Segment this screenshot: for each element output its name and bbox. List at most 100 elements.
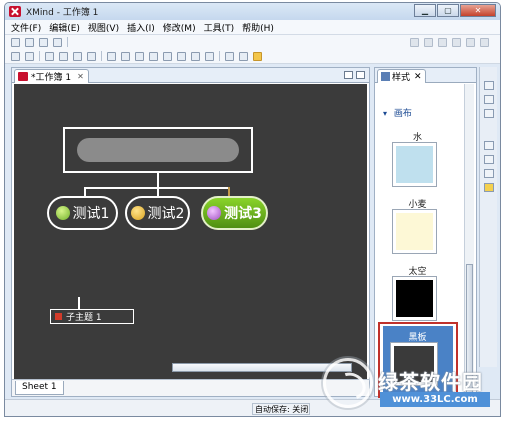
panel-tab-bar: 样式 ✕: [375, 68, 476, 83]
boundary-icon[interactable]: [135, 51, 144, 61]
redo-icon[interactable]: [424, 37, 433, 47]
minimize-view-button[interactable]: [344, 71, 353, 79]
subtopic-icon[interactable]: [45, 51, 54, 61]
smile-face-icon: [55, 206, 70, 220]
surprised-face-icon: [207, 206, 222, 220]
tab-label: *工作簿 1: [31, 73, 72, 83]
callout-icon[interactable]: [59, 51, 68, 61]
swatch-preview: [396, 146, 433, 183]
collapse-arrow-icon[interactable]: ▾: [383, 109, 387, 118]
window-controls: ▁ ▢ ✕: [413, 4, 496, 17]
section-title: 画布: [393, 109, 412, 119]
connector-line: [157, 173, 159, 187]
topic-test-3[interactable]: 测试3: [201, 196, 268, 230]
watermark-logo-icon: [323, 358, 373, 408]
paste-icon[interactable]: [466, 37, 475, 47]
style-view-icon[interactable]: [484, 183, 494, 192]
tab-close-icon[interactable]: ✕: [414, 72, 422, 82]
home-icon[interactable]: [253, 51, 262, 61]
notes-icon[interactable]: [163, 51, 172, 61]
summary-icon[interactable]: [149, 51, 158, 61]
neutral-face-icon: [130, 206, 145, 220]
menu-view[interactable]: 视图(V): [88, 21, 119, 34]
maximize-button[interactable]: ▢: [437, 4, 459, 17]
central-topic[interactable]: [63, 127, 253, 173]
tab-close-icon[interactable]: ✕: [77, 72, 84, 81]
idea-bulb-icon[interactable]: [25, 51, 34, 61]
editor-view-controls: [341, 71, 365, 79]
main-toolbar: [5, 35, 500, 49]
right-side-toolbar: [479, 67, 497, 367]
title-bar: XMind - 工作簿 1 ▁ ▢ ✕: [5, 3, 500, 20]
menu-tools[interactable]: 工具(T): [204, 21, 235, 34]
structure-icon[interactable]: [484, 155, 494, 164]
autosave-status[interactable]: 自动保存: 关闭: [252, 403, 310, 415]
cut-icon[interactable]: [438, 37, 447, 47]
tab-workbook-1[interactable]: *工作簿 1 ✕: [14, 69, 89, 83]
toolbar-separator: [219, 51, 220, 61]
open-folder-icon[interactable]: [25, 37, 34, 47]
markers-icon[interactable]: [484, 141, 494, 150]
panel-scrollbar[interactable]: [464, 84, 474, 397]
sheet-tab-bar: Sheet 1: [12, 379, 369, 396]
blurred-topic-text: [77, 138, 239, 162]
watermark-text: 绿茶软件园: [378, 370, 483, 394]
subtopic-label: 子主题 1: [66, 313, 102, 323]
search-icon[interactable]: [484, 169, 494, 178]
topic-icon[interactable]: [11, 51, 20, 61]
drill-up-icon[interactable]: [239, 51, 248, 61]
image-icon[interactable]: [121, 51, 130, 61]
marker-icon[interactable]: [107, 51, 116, 61]
menu-insert[interactable]: 插入(I): [127, 21, 155, 34]
tab-styles[interactable]: 样式 ✕: [377, 69, 426, 83]
swatch-preview: [396, 280, 433, 317]
toolbar-separator: [101, 51, 102, 61]
toolbar-separator: [67, 37, 68, 47]
relationship-icon[interactable]: [87, 51, 96, 61]
maximize-view-button[interactable]: [356, 71, 365, 79]
sheet-tab-1[interactable]: Sheet 1: [15, 381, 64, 395]
floating-topic-icon[interactable]: [73, 51, 82, 61]
section-canvas[interactable]: ▾ 画布: [383, 106, 412, 119]
red-flag-icon: [55, 313, 62, 320]
close-button[interactable]: ✕: [460, 4, 496, 17]
print-icon[interactable]: [53, 37, 62, 47]
connector-line: [78, 297, 80, 309]
overview-icon[interactable]: [484, 95, 494, 104]
properties-icon[interactable]: [484, 109, 494, 118]
save-icon[interactable]: [39, 37, 48, 47]
editor-tab-bar: *工作簿 1 ✕: [12, 68, 369, 83]
attachment-icon[interactable]: [191, 51, 200, 61]
label-icon[interactable]: [205, 51, 214, 61]
drill-down-icon[interactable]: [225, 51, 234, 61]
style-swatch-space[interactable]: [392, 276, 437, 321]
topic-label: 测试2: [147, 206, 185, 222]
outline-view-icon[interactable]: [484, 81, 494, 90]
menu-file[interactable]: 文件(F): [11, 21, 41, 34]
toolbar-separator: [39, 51, 40, 61]
tab-label: 样式: [392, 73, 411, 83]
window-title: XMind - 工作簿 1: [26, 8, 99, 18]
topic-label: 测试3: [224, 206, 262, 222]
menu-modify[interactable]: 修改(M): [163, 21, 196, 34]
subtopic-1[interactable]: 子主题 1: [50, 309, 134, 324]
new-file-icon[interactable]: [11, 37, 20, 47]
style-swatch-water[interactable]: [392, 142, 437, 187]
topic-test-2[interactable]: 测试2: [125, 196, 190, 230]
swatch-preview: [396, 213, 433, 250]
style-panel: 样式 ✕ ▾ 画布 水 小麦 太空 黑板: [374, 67, 477, 398]
topic-label: 测试1: [72, 206, 110, 222]
app-window: XMind - 工作簿 1 ▁ ▢ ✕ 文件(F) 编辑(E) 视图(V) 插入…: [4, 2, 501, 417]
style-swatch-wheat[interactable]: [392, 209, 437, 254]
hyperlink-icon[interactable]: [177, 51, 186, 61]
menu-edit[interactable]: 编辑(E): [49, 21, 80, 34]
menu-help[interactable]: 帮助(H): [242, 21, 274, 34]
topic-test-1[interactable]: 测试1: [47, 196, 118, 230]
mindmap-canvas[interactable]: 测试1 测试2 测试3 子主题 1: [14, 84, 367, 379]
menu-bar: 文件(F) 编辑(E) 视图(V) 插入(I) 修改(M) 工具(T) 帮助(H…: [5, 20, 500, 35]
delete-icon[interactable]: [480, 37, 489, 47]
minimize-button[interactable]: ▁: [414, 4, 436, 17]
watermark-url: www.33LC.com: [380, 392, 490, 407]
copy-icon[interactable]: [452, 37, 461, 47]
undo-icon[interactable]: [410, 37, 419, 47]
